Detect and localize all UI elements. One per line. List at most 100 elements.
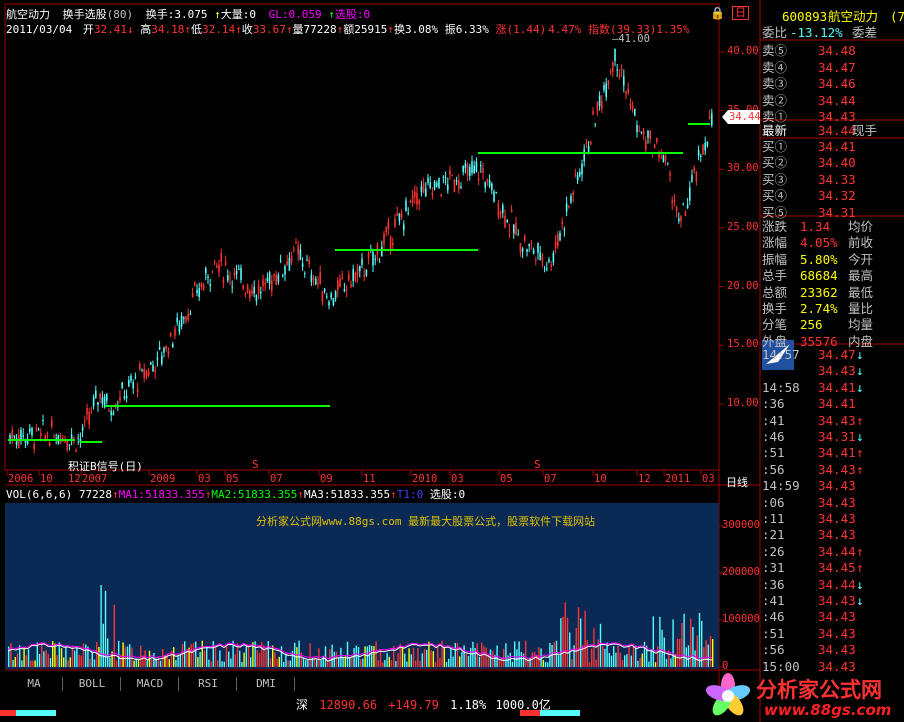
volume-bar [395, 661, 397, 667]
volume-bar [131, 647, 133, 667]
candle-body [686, 204, 689, 209]
candle-body [645, 140, 647, 150]
candle-body [268, 272, 271, 284]
tick-time: :56 [762, 642, 785, 658]
volume-bar [384, 660, 386, 667]
volume-bar [316, 659, 318, 667]
volume-bar [25, 655, 27, 667]
candle-body [671, 200, 673, 204]
candle-body [154, 370, 156, 373]
volume-bar [679, 639, 681, 667]
volume-bar [342, 656, 344, 667]
volume-bar [588, 662, 591, 667]
tick-row: 14:59 34.43 [760, 477, 904, 494]
candle-body [253, 286, 255, 294]
volume-bar [388, 656, 390, 667]
candle-body [363, 274, 365, 278]
volume-bar [406, 661, 408, 667]
volume-bar [454, 643, 456, 667]
candle-body [46, 433, 49, 435]
tick-row: 34.43 ↓ [760, 362, 904, 379]
stock-name-tail: (7 [890, 9, 904, 24]
down-arrow-icon: ↓ [856, 576, 864, 592]
candle-body [354, 272, 357, 281]
candle-body [596, 102, 599, 112]
candle-body [656, 137, 658, 143]
index-pct: 1.18% [450, 698, 487, 712]
tick-time: 14:58 [762, 379, 800, 395]
candle-body [488, 180, 491, 186]
volume-bar [241, 661, 243, 667]
candle-body [348, 274, 350, 280]
candle-body [392, 243, 394, 246]
indicator-tab-rsi[interactable]: RSI [180, 677, 237, 691]
candle-body [524, 236, 526, 241]
candle-body [92, 396, 95, 407]
indicator-tab-ma[interactable]: MA [6, 677, 63, 691]
volume-bar [201, 640, 203, 667]
volume-bar [43, 651, 45, 667]
amt-label: 额 [343, 23, 355, 36]
market-label: 深 [296, 698, 309, 712]
volume-bar [168, 659, 170, 667]
period-label[interactable]: 日线 [726, 474, 748, 490]
gl-label: GL: [268, 8, 289, 21]
candle-body [378, 261, 381, 263]
tick-row: :41 34.43 ↓ [760, 592, 904, 609]
sell-level-3: 卖③ 34.46 [760, 75, 904, 92]
volume-bar [298, 640, 300, 667]
indicator-tab-macd[interactable]: MACD [122, 677, 179, 691]
volume-bar [439, 657, 441, 667]
volume-bar [67, 660, 69, 667]
candle-body [453, 179, 456, 192]
close-period-button[interactable]: 日 [732, 6, 749, 20]
date-tick-label: 12 [638, 473, 651, 485]
volume-bar [104, 590, 107, 667]
volume-bar [483, 646, 485, 667]
tick-time: :06 [762, 494, 785, 510]
candle-body [240, 267, 242, 281]
candle-body [440, 194, 442, 196]
volume-bar [349, 657, 351, 667]
candle-body [466, 164, 469, 176]
volume-bar [142, 655, 144, 667]
volume-bar [129, 644, 131, 667]
buy-price: 34.40 [818, 155, 856, 171]
volume-bar [558, 655, 560, 667]
volume-bar [80, 655, 82, 667]
volume-bar [219, 650, 221, 667]
date-tick-label: 12 [68, 473, 81, 485]
up-arrow-icon: ↑ [111, 488, 119, 501]
candle-body [609, 70, 612, 72]
low-label: 低 [190, 23, 202, 36]
candle-body [150, 362, 152, 365]
candle-body [337, 280, 339, 291]
candle-body [271, 280, 273, 291]
volume-bar [582, 644, 584, 667]
candle-body [334, 291, 337, 299]
candle-body [653, 145, 656, 148]
lock-icon[interactable]: 🔒 [710, 7, 725, 20]
candle-body [400, 212, 403, 218]
indicator-tab-boll[interactable]: BOLL [64, 677, 121, 691]
date-tick-label: 11 [363, 473, 376, 485]
candle-body [711, 113, 713, 126]
tick-price: 34.41 [818, 379, 856, 395]
candle-body [451, 175, 453, 177]
volume-bar [665, 658, 668, 667]
volume-bar [133, 660, 135, 667]
candle-body [147, 371, 150, 376]
volume-bar [630, 655, 632, 667]
candle-body [273, 274, 275, 277]
sell-price: 34.48 [818, 43, 856, 58]
tick-price: 34.44 [818, 576, 856, 592]
candle-body [418, 200, 420, 205]
tick-time: :51 [762, 445, 785, 461]
volume-bar [192, 643, 195, 667]
indicator-tab-dmi[interactable]: DMI [238, 677, 295, 691]
candle-body [616, 69, 618, 71]
candle-body [535, 259, 537, 261]
candle-body [97, 402, 99, 406]
up-arrow-icon: ↑ [390, 488, 397, 501]
candle-body [442, 176, 445, 178]
